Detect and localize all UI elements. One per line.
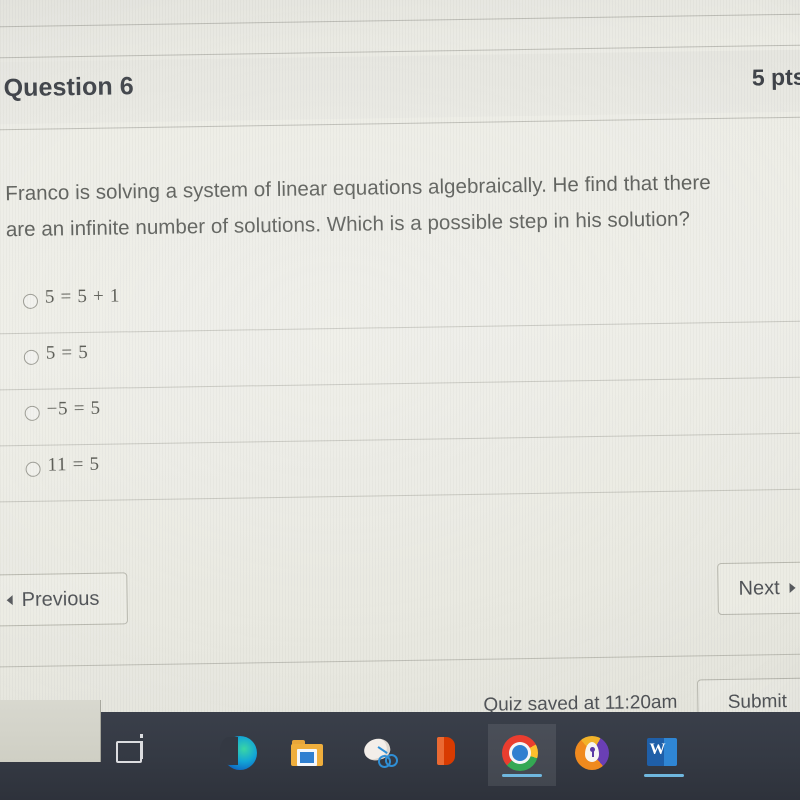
google-chrome-icon: [500, 733, 544, 777]
taskbar-item-task-view[interactable]: [100, 724, 168, 786]
previous-button-label: Previous: [21, 587, 100, 611]
question-header: Question 6 5 pts: [0, 49, 800, 125]
taskbar-item-microsoft-word[interactable]: W: [630, 724, 698, 786]
active-window-indicator: [502, 774, 542, 777]
task-view-icon: [112, 733, 156, 777]
chevron-right-icon: [789, 582, 796, 593]
taskbar-item-google-chrome[interactable]: [488, 724, 556, 786]
taskbar-item-snip-and-sketch[interactable]: [348, 724, 416, 786]
question-points: 5 pts: [751, 63, 800, 91]
radio-button-icon[interactable]: [22, 293, 39, 309]
radio-button-icon[interactable]: [25, 461, 41, 477]
microsoft-office-icon: [430, 733, 474, 777]
taskbar-item-microsoft-edge[interactable]: [208, 724, 276, 786]
answer-option-label: −5 = 5: [46, 397, 101, 420]
file-explorer-icon: [288, 733, 332, 777]
taskbar-item-security-app[interactable]: [560, 724, 628, 786]
taskbar-item-file-explorer[interactable]: [276, 724, 344, 786]
answer-option-label: 5 = 5 + 1: [44, 285, 121, 308]
answer-option-label: 11 = 5: [47, 453, 100, 476]
footer-divider: [0, 653, 800, 668]
taskbar-item-microsoft-office[interactable]: [418, 724, 486, 786]
window-edge-panel: [0, 700, 101, 762]
windows-taskbar: W: [0, 712, 800, 800]
top-divider-1: [0, 13, 800, 28]
radio-button-icon[interactable]: [23, 349, 39, 365]
chevron-left-icon: [6, 595, 13, 606]
next-button[interactable]: Next: [717, 561, 800, 616]
snip-and-sketch-icon: [360, 733, 404, 777]
quiz-page-surface: Question 6 5 pts Franco is solving a sys…: [0, 0, 800, 751]
radio-button-icon[interactable]: [24, 405, 40, 421]
next-button-label: Next: [738, 576, 780, 600]
answer-options-list: 5 = 5 + 1 5 = 5 −5 = 5 11 = 5: [0, 265, 800, 503]
answer-option-label: 5 = 5: [45, 341, 89, 364]
open-window-indicator: [644, 774, 684, 777]
previous-button[interactable]: Previous: [0, 572, 129, 627]
question-text: Franco is solving a system of linear equ…: [5, 163, 800, 248]
page-title: Question 6: [3, 72, 135, 103]
security-app-icon: [572, 733, 616, 777]
photographed-screen: Question 6 5 pts Franco is solving a sys…: [0, 0, 800, 800]
microsoft-word-icon: W: [642, 733, 686, 777]
answer-option-4[interactable]: 11 = 5: [0, 433, 800, 503]
microsoft-edge-icon: [220, 733, 264, 777]
